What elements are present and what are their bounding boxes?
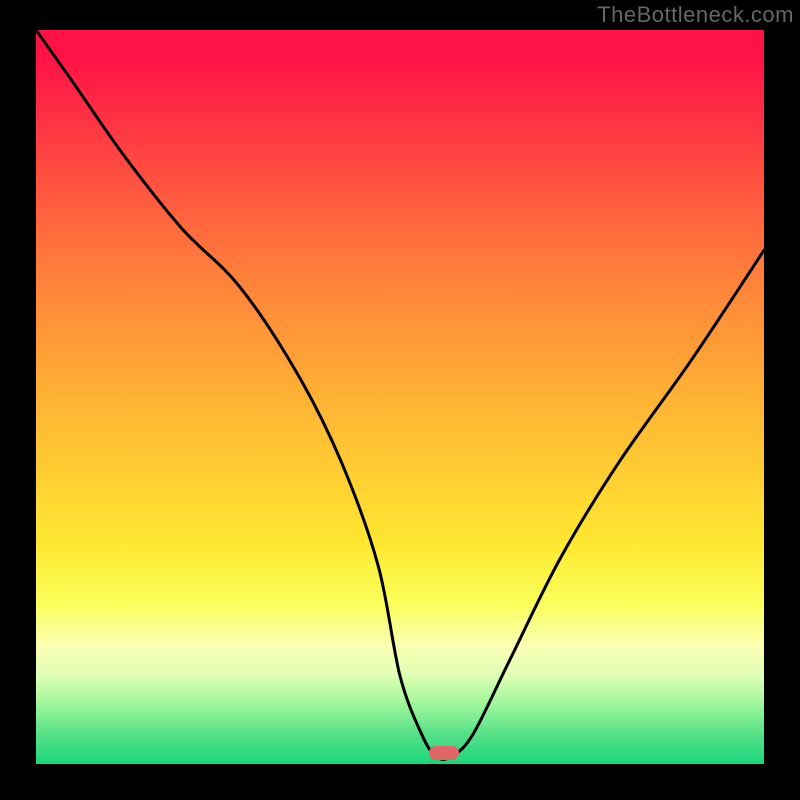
optimal-marker [429, 746, 459, 760]
chart-frame: TheBottleneck.com [0, 0, 800, 800]
bottleneck-curve [36, 30, 764, 764]
plot-area [36, 30, 764, 764]
watermark-text: TheBottleneck.com [597, 2, 794, 28]
